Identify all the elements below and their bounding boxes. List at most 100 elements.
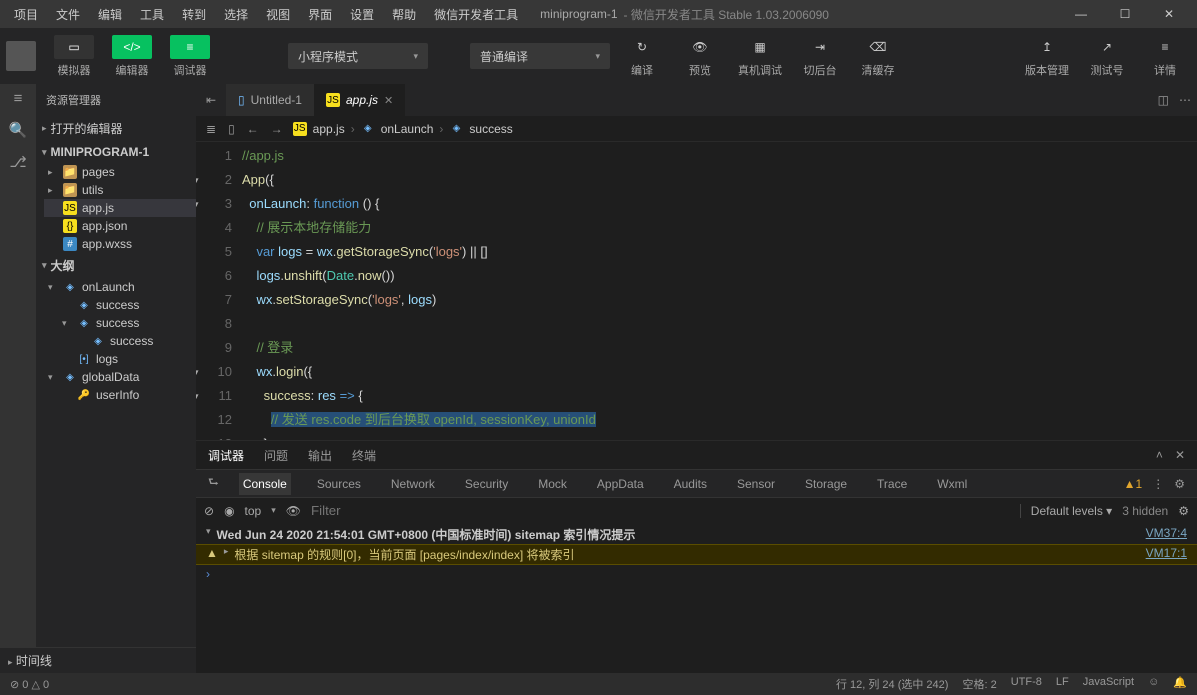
console-prompt[interactable]: › — [196, 565, 1197, 583]
hidden-count[interactable]: 3 hidden — [1122, 504, 1168, 518]
eye2-icon[interactable]: 👁 — [286, 504, 301, 518]
code-line[interactable]: wx.setStorageSync('logs', logs) — [242, 288, 1197, 312]
outline-success[interactable]: ▾◈success — [44, 314, 196, 332]
minimize-icon[interactable]: — — [1059, 0, 1103, 28]
devtools-tab-wxml[interactable]: Wxml — [933, 473, 971, 495]
list-icon[interactable]: ≣ — [206, 122, 216, 136]
context-dropdown[interactable]: top — [245, 504, 262, 518]
compile-dropdown[interactable]: 普通编译▾ — [470, 43, 610, 69]
outline-logs[interactable]: [•]logs — [44, 350, 196, 368]
bell-icon[interactable]: 🔔 — [1173, 676, 1187, 692]
maximize-icon[interactable]: ☐ — [1103, 0, 1147, 28]
log-source[interactable]: VM17:1 — [1146, 546, 1187, 560]
outline-onLaunch[interactable]: ▾◈onLaunch — [44, 278, 196, 296]
menu-项目[interactable]: 项目 — [6, 2, 46, 27]
gear-icon[interactable]: ⚙ — [1174, 477, 1185, 491]
outline-success[interactable]: ◈success — [44, 332, 196, 350]
timeline-section[interactable]: ▸ 时间线 — [0, 647, 196, 673]
breadcrumb-item[interactable]: success — [469, 122, 512, 136]
inspect-icon[interactable]: ⮑ — [208, 473, 219, 494]
remote-debug-button[interactable]: ▦真机调试 — [732, 33, 788, 80]
more-icon[interactable]: ⋯ — [1179, 93, 1191, 107]
compile-button[interactable]: ↻编译 — [616, 33, 668, 80]
devtools-tab-audits[interactable]: Audits — [670, 473, 711, 495]
devtools-more-icon[interactable]: ⋮ — [1152, 477, 1164, 491]
eol-status[interactable]: LF — [1056, 676, 1069, 692]
clear-cache-button[interactable]: ⌫清缓存 — [852, 33, 904, 80]
menu-icon[interactable]: ≡ — [14, 90, 23, 107]
detail-button[interactable]: ≡详情 — [1139, 33, 1191, 80]
forward-icon[interactable]: → — [271, 122, 283, 136]
outline-userInfo[interactable]: 🔑userInfo — [44, 386, 196, 404]
menu-文件[interactable]: 文件 — [48, 2, 88, 27]
devtools-tab-security[interactable]: Security — [461, 473, 512, 495]
devtools-tab-trace[interactable]: Trace — [873, 473, 911, 495]
menu-转到[interactable]: 转到 — [174, 2, 214, 27]
spaces-status[interactable]: 空格: 2 — [962, 676, 996, 692]
code-line[interactable]: wx.login({ — [242, 360, 1197, 384]
simulator-button[interactable]: ▭模拟器 — [48, 33, 100, 80]
stop-icon[interactable]: ⊘ — [204, 504, 214, 518]
cursor-position[interactable]: 行 12, 列 24 (选中 242) — [836, 676, 949, 692]
file-app.js[interactable]: JSapp.js — [44, 199, 196, 217]
menu-微信开发者工具[interactable]: 微信开发者工具 — [426, 2, 526, 27]
code-line[interactable]: success: res => { — [242, 384, 1197, 408]
close-icon[interactable]: ✕ — [1147, 0, 1191, 28]
menu-工具[interactable]: 工具 — [132, 2, 172, 27]
chevron-up-icon[interactable]: ˄ — [1156, 448, 1163, 462]
search-icon[interactable]: 🔍 — [9, 121, 28, 139]
branch-icon[interactable]: ⎇ — [9, 153, 26, 171]
split-editor-icon[interactable]: ◫ — [1158, 93, 1169, 107]
preview-button[interactable]: 👁预览 — [674, 33, 726, 80]
filter-input[interactable] — [311, 503, 1010, 518]
file-pages[interactable]: ▸📁pages — [44, 163, 196, 181]
version-button[interactable]: ↥版本管理 — [1019, 33, 1075, 80]
code-line[interactable]: var logs = wx.getStorageSync('logs') || … — [242, 240, 1197, 264]
encoding-status[interactable]: UTF-8 — [1011, 676, 1042, 692]
menu-设置[interactable]: 设置 — [342, 2, 382, 27]
editor-button[interactable]: </>编辑器 — [106, 33, 158, 80]
expand-icon[interactable]: ▾ — [206, 526, 211, 537]
code-line[interactable]: //app.js — [242, 144, 1197, 168]
breadcrumb-item[interactable]: app.js — [313, 122, 345, 136]
file-app.wxss[interactable]: #app.wxss — [44, 235, 196, 253]
menu-帮助[interactable]: 帮助 — [384, 2, 424, 27]
feedback-icon[interactable]: ☺ — [1148, 676, 1159, 692]
panel-close-icon[interactable]: ✕ — [1175, 448, 1185, 462]
code-line[interactable]: App({ — [242, 168, 1197, 192]
code-line[interactable]: // 登录 — [242, 336, 1197, 360]
panel-tab-terminal[interactable]: 终端 — [352, 447, 376, 464]
file-utils[interactable]: ▸📁utils — [44, 181, 196, 199]
language-status[interactable]: JavaScript — [1083, 676, 1134, 692]
open-editors-section[interactable]: ▸打开的编辑器 — [36, 116, 196, 141]
devtools-tab-network[interactable]: Network — [387, 473, 439, 495]
panel-tab-output[interactable]: 输出 — [308, 447, 332, 464]
problems-status[interactable]: ⊘ 0 △ 0 — [10, 678, 49, 691]
menu-编辑[interactable]: 编辑 — [90, 2, 130, 27]
outline-globalData[interactable]: ▾◈globalData — [44, 368, 196, 386]
breadcrumb-item[interactable]: onLaunch — [381, 122, 434, 136]
eye-icon[interactable]: ◉ — [224, 504, 234, 518]
exit-icon[interactable]: ⇤ — [196, 84, 226, 116]
devtools-tab-sensor[interactable]: Sensor — [733, 473, 779, 495]
devtools-tab-storage[interactable]: Storage — [801, 473, 851, 495]
code-line[interactable]: // 发送 res.code 到后台换取 openId, sessionKey,… — [242, 408, 1197, 432]
mode-dropdown[interactable]: 小程序模式▾ — [288, 43, 428, 69]
devtools-tab-mock[interactable]: Mock — [534, 473, 571, 495]
code-line[interactable]: logs.unshift(Date.now()) — [242, 264, 1197, 288]
expand-icon[interactable]: ▸ — [224, 546, 229, 557]
devtools-tab-console[interactable]: Console — [239, 473, 291, 495]
background-button[interactable]: ⇥切后台 — [794, 33, 846, 80]
code-line[interactable] — [242, 312, 1197, 336]
code-line[interactable]: } — [242, 432, 1197, 440]
code-line[interactable]: // 展示本地存储能力 — [242, 216, 1197, 240]
test-button[interactable]: ↗测试号 — [1081, 33, 1133, 80]
bookmark-icon[interactable]: ▯ — [228, 122, 235, 136]
devtools-tab-sources[interactable]: Sources — [313, 473, 365, 495]
menu-界面[interactable]: 界面 — [300, 2, 340, 27]
devtools-tab-appdata[interactable]: AppData — [593, 473, 648, 495]
avatar[interactable] — [6, 41, 36, 71]
outline-section[interactable]: ▾大纲 — [36, 253, 196, 278]
log-source[interactable]: VM37:4 — [1146, 526, 1187, 540]
debugger-button[interactable]: ≡调试器 — [164, 33, 216, 80]
